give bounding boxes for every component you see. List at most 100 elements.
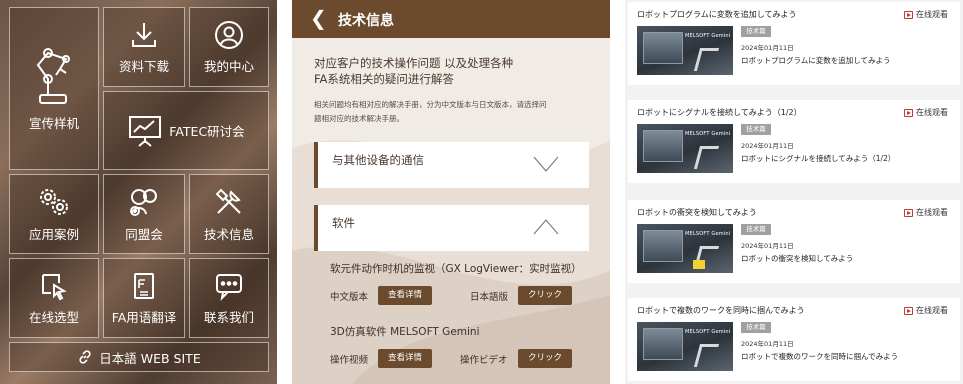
tools-icon [213,186,245,218]
user-icon [214,20,244,50]
gears-icon [37,186,71,218]
section-title: 软件 [332,216,355,230]
section-software[interactable]: 软件 [314,205,589,251]
watch-label: 在线观看 [916,208,948,217]
tile-tech-info[interactable]: 技术信息 [189,174,269,254]
thumbnail-robot [693,48,720,71]
download-icon [129,20,159,50]
description-line: 题相对应的技术解决手册。 [314,114,404,123]
thumbnail-screen [643,32,683,64]
view-details-button[interactable]: 查看详情 [378,286,432,305]
item-title: 软元件动作时机的监视（GX LogViewer：实时监视） [330,263,582,275]
play-icon [904,208,913,217]
item-title: 3D仿真软件 MELSOFT Gemini [330,326,480,338]
item-right-label: 日本語版 [470,292,509,303]
video-title: ロボットで複数のワークを同時に掴んでみよう [637,306,805,315]
tile-label: FATEC研讨会 [169,124,245,139]
video-title: ロボットの衝突を検知してみよう [637,208,757,217]
tile-label: 应用案例 [28,226,79,242]
section-communication[interactable]: 与其他设备的通信 [314,142,589,188]
tile-alliance[interactable]: 同盟会 [103,174,185,254]
thumbnail-robot [693,344,720,367]
watch-online-link[interactable]: 在线观看 [904,9,948,20]
robot-arm-icon [26,45,82,107]
chevron-down-icon [533,156,559,172]
website-label: 日本語 WEB SITE [99,350,201,366]
video-card[interactable]: ロボットにシグナルを接続してみよう（1/2） 在线观看 MELSOFT Gemi… [628,100,960,183]
chat-icon [214,271,244,301]
japanese-website-link[interactable]: 日本語 WEB SITE [9,342,269,372]
thumbnail-robot [693,146,720,169]
chevron-up-icon [533,219,559,235]
lesson-title: ロボットで複数のワークを同時に掴んでみよう [741,352,899,361]
video-title: ロボットプログラムに変数を追加してみよう [637,10,797,19]
tile-fa-glossary[interactable]: FA用语翻译 [103,258,185,338]
header-bar: ❮ 技术信息 [292,0,610,38]
thumbnail-workpiece [693,260,705,269]
watch-online-link[interactable]: 在线观看 [904,207,948,218]
video-thumbnail[interactable]: MELSOFT Gemini [637,26,733,75]
link-icon [77,349,93,365]
watch-label: 在线观看 [916,10,948,19]
play-icon [904,108,913,117]
section-title: 与其他设备的通信 [332,153,424,167]
watch-online-link[interactable]: 在线观看 [904,107,948,118]
thumbnail-brand: MELSOFT Gemini [685,329,731,335]
thumbnail-brand: MELSOFT Gemini [685,131,731,137]
headline-line: FA系统相关的疑问进行解答 [314,72,454,86]
watch-label: 在线观看 [916,108,948,117]
tile-label: 我的中心 [203,58,254,74]
tile-label: 在线选型 [28,309,79,325]
tile-downloads[interactable]: 资料下载 [103,7,185,87]
tile-my-center[interactable]: 我的中心 [189,7,269,87]
video-card[interactable]: ロボットで複数のワークを同時に掴んでみよう 在线观看 MELSOFT Gemin… [628,298,960,381]
video-date: 2024年01月11日 [741,340,794,348]
tile-case-studies[interactable]: 应用案例 [9,174,99,254]
tile-label: FA用语翻译 [111,309,177,325]
category-tag: 技术篇 [741,224,771,235]
tile-label: 资料下载 [118,58,169,74]
video-date: 2024年01月11日 [741,242,794,250]
click-button[interactable]: クリック [518,349,572,368]
category-tag: 技术篇 [741,124,771,135]
category-tag: 技术篇 [741,322,771,333]
video-list-panel: ロボットプログラムに変数を追加してみよう 在线观看 MELSOFT Gemini… [625,0,963,384]
tile-online-selection[interactable]: 在线选型 [9,258,99,338]
thumbnail-screen [643,328,683,360]
click-button[interactable]: クリック [518,286,572,305]
video-card[interactable]: ロボットの衝突を検知してみよう 在线观看 MELSOFT Gemini 技术篇 … [628,200,960,283]
cursor-select-icon [39,271,69,301]
tech-info-panel: ❮ 技术信息 对应客户的技术操作问题 以及处理各种 FA系统相关的疑问进行解答 … [292,0,610,384]
thumbnail-screen [643,130,683,162]
people-icon [126,186,162,218]
play-icon [904,10,913,19]
item-right-label: 操作ビデオ [460,355,508,366]
presentation-board-icon [127,113,163,149]
tile-label: 宣传样机 [28,116,79,131]
page-title: 技术信息 [338,13,394,29]
video-date: 2024年01月11日 [741,44,794,52]
description-line: 相关问题均有相对应的解决手册，分为中文版本与日文版本，请选择问 [314,100,547,109]
view-details-button[interactable]: 查看详情 [378,349,432,368]
tile-label: 技术信息 [203,226,254,242]
play-icon [904,306,913,315]
watch-online-link[interactable]: 在线观看 [904,305,948,316]
video-card[interactable]: ロボットプログラムに変数を追加してみよう 在线观看 MELSOFT Gemini… [628,2,960,85]
lesson-title: ロボットの衝突を検知してみよう [741,254,854,263]
video-thumbnail[interactable]: MELSOFT Gemini [637,322,733,371]
video-thumbnail[interactable]: MELSOFT Gemini [637,224,733,273]
tile-label: 同盟会 [125,226,163,242]
back-arrow-icon[interactable]: ❮ [310,7,327,29]
tile-contact-us[interactable]: 联系我们 [189,258,269,338]
thumbnail-brand: MELSOFT Gemini [685,231,731,237]
tile-promo-machine[interactable]: 宣传样机 [9,7,99,170]
item-left-label: 中文版本 [330,292,369,303]
main-menu-panel: 宣传样机 资料下载 我的中心 FATEC研讨会 应用案例 同盟会 技术信息 在线… [0,0,277,384]
headline-line: 对应客户的技术操作问题 以及处理各种 [314,56,514,70]
thumbnail-brand: MELSOFT Gemini [685,33,731,39]
lesson-title: ロボットプログラムに変数を追加してみよう [741,56,891,65]
video-thumbnail[interactable]: MELSOFT Gemini [637,124,733,173]
tile-fatec-seminar[interactable]: FATEC研讨会 [103,91,269,170]
intro-description: 相关问题均有相对应的解决手册，分为中文版本与日文版本，请选择问 题相对应的技术解… [314,98,596,126]
video-date: 2024年01月11日 [741,142,794,150]
